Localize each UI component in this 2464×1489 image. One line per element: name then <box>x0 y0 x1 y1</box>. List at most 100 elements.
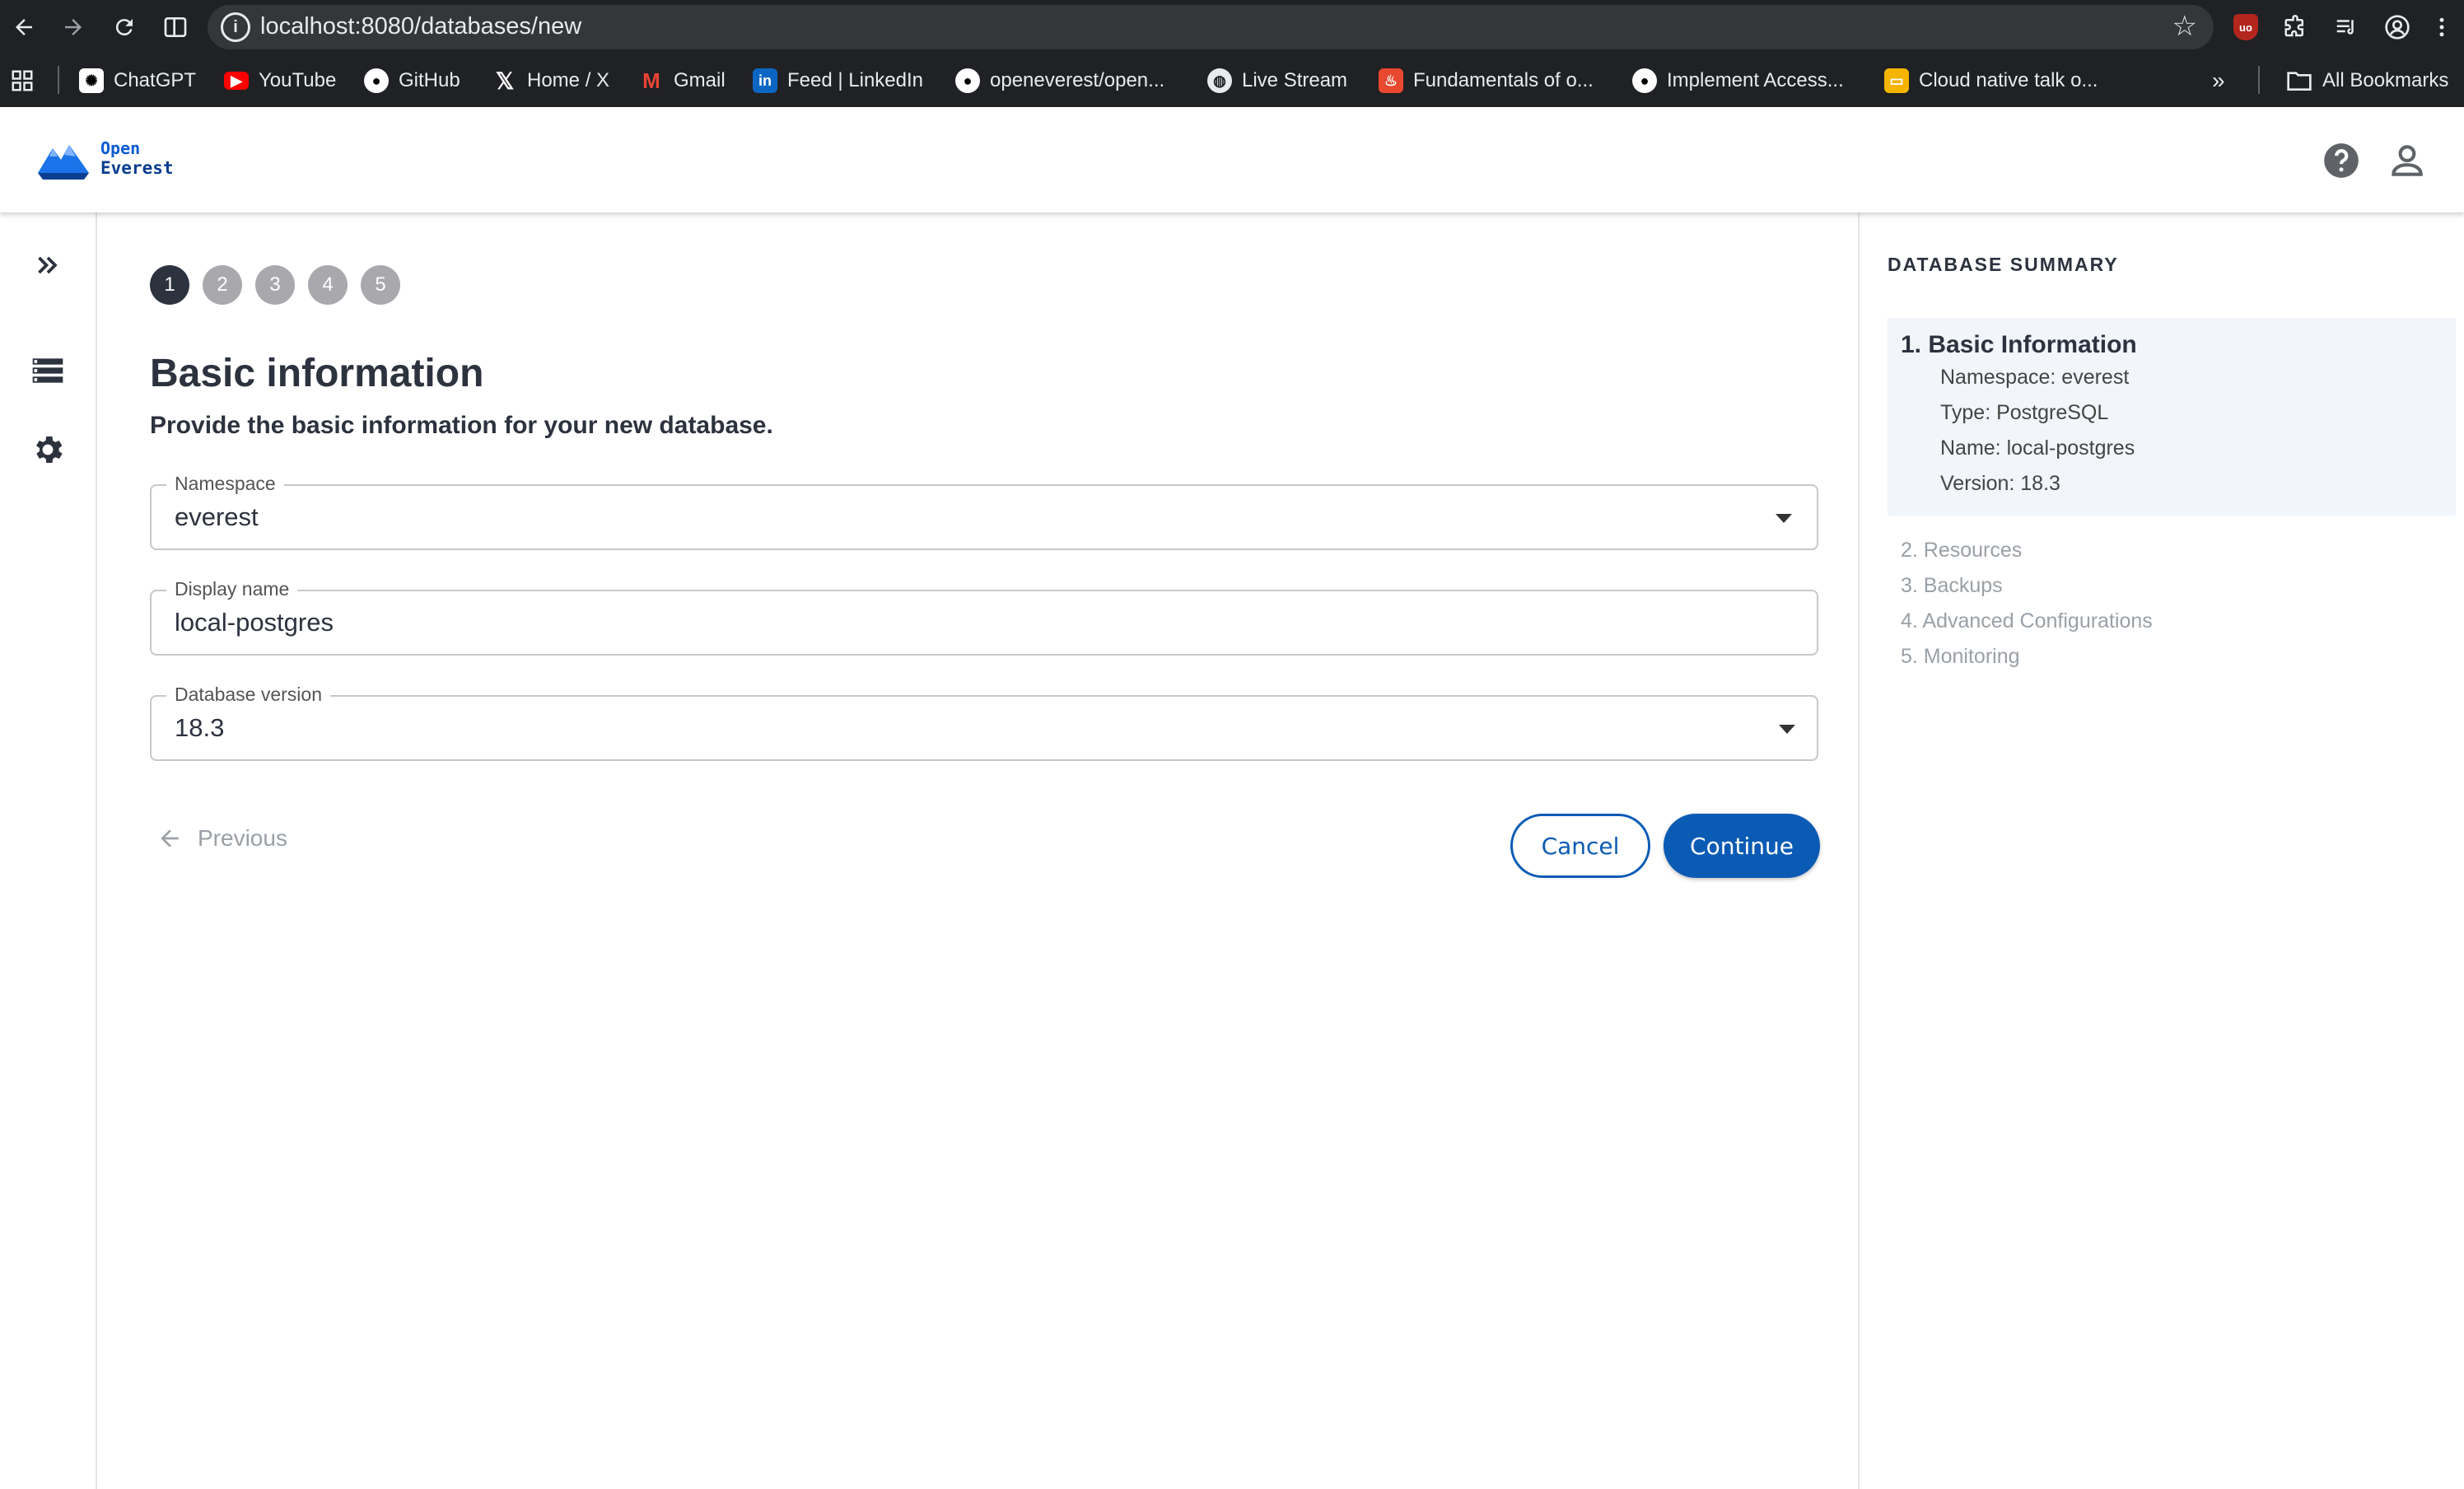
forward-arrow-icon[interactable] <box>56 10 91 44</box>
bookmark-fundamentals[interactable]: ♨ Fundamentals of o... <box>1379 64 1594 97</box>
globe-icon: ◍ <box>1207 68 1232 93</box>
bookmark-chatgpt[interactable]: ✺ ChatGPT <box>79 64 196 97</box>
databases-list-icon[interactable] <box>25 348 71 394</box>
ublock-badge: uo <box>2233 14 2258 40</box>
bookmark-label: ChatGPT <box>114 69 197 91</box>
ublock-extension-icon[interactable]: uo <box>2228 10 2263 44</box>
bookmark-label: Live Stream <box>1242 69 1348 91</box>
extensions-puzzle-icon[interactable] <box>2278 10 2312 44</box>
step-indicator-1: 1 <box>150 265 189 305</box>
github-icon: ● <box>955 68 980 93</box>
all-bookmarks-folder[interactable]: All Bookmarks <box>2286 64 2448 97</box>
logo-text-open: Open <box>100 138 141 158</box>
summary-title: DATABASE SUMMARY <box>1888 254 2119 275</box>
page-title: Basic information <box>150 352 484 395</box>
logo-text-everest: Everest <box>100 158 174 178</box>
summary-section-title: 1. Basic Information <box>1901 331 2137 358</box>
url-text[interactable]: localhost:8080/databases/new <box>260 13 581 40</box>
linkedin-icon: in <box>753 68 777 93</box>
summary-step-monitoring: 5. Monitoring <box>1901 645 2020 668</box>
user-account-icon[interactable] <box>2387 140 2428 181</box>
step-indicator-4: 4 <box>308 265 348 305</box>
logo-mountain-icon <box>38 145 89 180</box>
media-controls-icon[interactable] <box>2329 10 2364 44</box>
bookmark-label: Feed | LinkedIn <box>787 69 924 91</box>
side-panel-icon[interactable] <box>158 10 193 44</box>
database-summary-panel: DATABASE SUMMARY 1. Basic Information Na… <box>1858 212 2464 1489</box>
reload-icon[interactable] <box>107 10 142 44</box>
namespace-value: everest <box>175 502 259 531</box>
bookmark-label: openeverest/open... <box>990 69 1165 91</box>
summary-name: Name: local-postgres <box>1940 436 2135 460</box>
folder-icon <box>2287 72 2312 91</box>
settings-gear-icon[interactable] <box>25 427 71 473</box>
app-header: Open Everest <box>0 107 2464 212</box>
bookmark-label: Home / X <box>527 69 610 91</box>
site-info-icon[interactable]: i <box>221 12 250 42</box>
open-everest-logo[interactable]: Open Everest <box>35 132 216 189</box>
slides-icon: ▭ <box>1884 68 1909 93</box>
create-database-wizard: 1 2 3 4 5 Basic information Provide the … <box>97 212 1858 1489</box>
bookmark-label: Cloud native talk o... <box>1919 69 2098 91</box>
wizard-stepper: 1 2 3 4 5 <box>150 265 400 305</box>
bookmark-cloud-native[interactable]: ▭ Cloud native talk o... <box>1884 64 2098 97</box>
bookmark-implement-access[interactable]: ● Implement Access... <box>1632 64 1844 97</box>
display-name-label: Display name <box>166 578 298 600</box>
summary-basic-information: 1. Basic Information Namespace: everest … <box>1888 318 2456 516</box>
bookmarks-separator <box>58 66 59 94</box>
database-version-label: Database version <box>166 684 330 706</box>
bookmark-label: Fundamentals of o... <box>1413 69 1594 91</box>
bookmark-openeverest[interactable]: ● openeverest/open... <box>955 64 1164 97</box>
summary-version: Version: 18.3 <box>1940 472 2060 495</box>
left-navigation <box>0 212 97 1489</box>
gmail-icon: M <box>642 68 660 93</box>
back-arrow-icon[interactable] <box>7 10 41 44</box>
address-row: i localhost:8080/databases/new ☆ uo <box>0 0 2464 54</box>
all-bookmarks-label: All Bookmarks <box>2322 69 2449 91</box>
continue-button[interactable]: Continue <box>1664 814 1820 878</box>
browser-menu-icon[interactable] <box>2424 10 2459 44</box>
step-indicator-3: 3 <box>255 265 295 305</box>
summary-step-backups: 3. Backups <box>1901 574 2003 597</box>
bookmarks-separator <box>2258 66 2260 94</box>
bookmark-x[interactable]: 𝕏 Home / X <box>492 64 609 97</box>
bookmark-star-icon[interactable]: ☆ <box>2172 10 2197 43</box>
bookmark-label: YouTube <box>259 69 337 91</box>
github-icon: ● <box>1632 68 1657 93</box>
bookmark-label: GitHub <box>399 69 460 91</box>
namespace-select[interactable]: Namespace everest <box>150 473 1818 550</box>
previous-button[interactable]: Previous <box>156 825 287 852</box>
page-subtitle: Provide the basic information for your n… <box>150 412 773 439</box>
apps-grid-icon[interactable] <box>10 64 35 97</box>
step-indicator-2: 2 <box>203 265 242 305</box>
display-name-value[interactable]: local-postgres <box>175 608 334 637</box>
flame-icon: ♨ <box>1379 68 1403 93</box>
bookmarks-bar: ✺ ChatGPT ▶ YouTube ● GitHub 𝕏 Home / X M Gma… <box>0 54 2464 107</box>
profile-icon[interactable] <box>2380 10 2415 44</box>
x-icon: 𝕏 <box>495 68 515 94</box>
bookmark-youtube[interactable]: ▶ YouTube <box>224 64 336 97</box>
github-icon: ● <box>364 68 389 93</box>
summary-namespace: Namespace: everest <box>1940 366 2130 389</box>
chatgpt-icon: ✺ <box>79 68 104 93</box>
previous-label: Previous <box>198 825 287 851</box>
dropdown-arrow-icon[interactable] <box>1779 725 1795 734</box>
bookmark-gmail[interactable]: M Gmail <box>639 64 726 97</box>
namespace-label: Namespace <box>166 473 284 495</box>
expand-nav-chevrons-icon[interactable] <box>25 242 71 288</box>
summary-step-advanced: 4. Advanced Configurations <box>1901 609 2153 632</box>
cancel-button[interactable]: Cancel <box>1510 814 1650 878</box>
browser-chrome: i localhost:8080/databases/new ☆ uo ✺ Cha… <box>0 0 2464 107</box>
display-name-input[interactable]: Display name local-postgres <box>150 578 1818 656</box>
step-indicator-5: 5 <box>361 265 400 305</box>
bookmark-github[interactable]: ● GitHub <box>364 64 460 97</box>
arrow-left-icon <box>161 829 179 847</box>
bookmark-linkedin[interactable]: in Feed | LinkedIn <box>753 64 923 97</box>
bookmark-live-stream[interactable]: ◍ Live Stream <box>1207 64 1347 97</box>
summary-step-resources: 2. Resources <box>1901 539 2023 562</box>
address-bar[interactable]: i localhost:8080/databases/new ☆ <box>208 5 2214 49</box>
help-icon[interactable] <box>2321 140 2362 181</box>
database-version-select[interactable]: Database version 18.3 <box>150 684 1818 761</box>
dropdown-arrow-icon[interactable] <box>1776 514 1792 523</box>
more-bookmarks-chevron-icon[interactable]: » <box>2212 64 2225 97</box>
